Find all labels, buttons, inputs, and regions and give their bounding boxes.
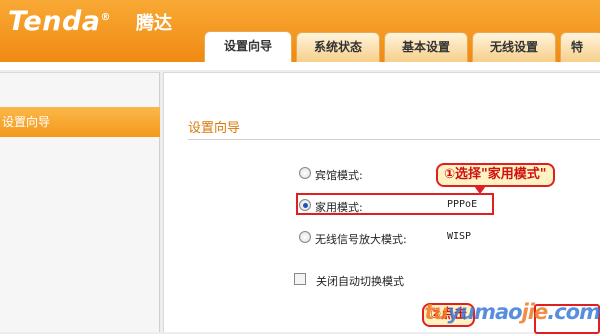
page-title: 设置向导 (188, 121, 241, 136)
header-divider (0, 62, 600, 70)
sidebar-item-setup-wizard[interactable]: 设置向导 (0, 107, 160, 137)
annotation-callout-1: ①选择"家用模式" (436, 163, 555, 187)
callout-1-pointer (474, 186, 486, 194)
title-divider (188, 139, 600, 140)
mode-label: 宾馆模式: (315, 169, 363, 182)
mode-value: WISP (447, 231, 472, 242)
header-bar: Tenda® 腾达 设置向导 系统状态 基本设置 无线设置 特 (0, 0, 600, 62)
tenda-logo: Tenda® (8, 6, 112, 37)
tab-wireless-settings[interactable]: 无线设置 (472, 32, 556, 62)
tab-system-status[interactable]: 系统状态 (296, 32, 380, 62)
auto-switch-checkbox[interactable] (294, 273, 306, 285)
tab-setup-wizard[interactable]: 设置向导 (204, 31, 292, 62)
sidebar: 设置向导 (0, 72, 160, 332)
main-panel: 设置向导 宾馆模式: 家用模式: PPPoE 无线信号放大模式: WISP 关闭… (163, 72, 600, 334)
mode-label: 无线信号放大模式: (315, 233, 407, 246)
home-mode-highlight (296, 193, 494, 215)
site-watermark: tuyumaojie.com (424, 300, 600, 324)
auto-switch-label: 关闭自动切换模式 (316, 275, 404, 288)
tab-special[interactable]: 特 (560, 32, 600, 62)
brand-name-cn: 腾达 (136, 13, 172, 34)
radio-wisp-mode[interactable] (299, 231, 311, 243)
tab-basic-settings[interactable]: 基本设置 (384, 32, 468, 62)
radio-hotel-mode[interactable] (299, 167, 311, 179)
